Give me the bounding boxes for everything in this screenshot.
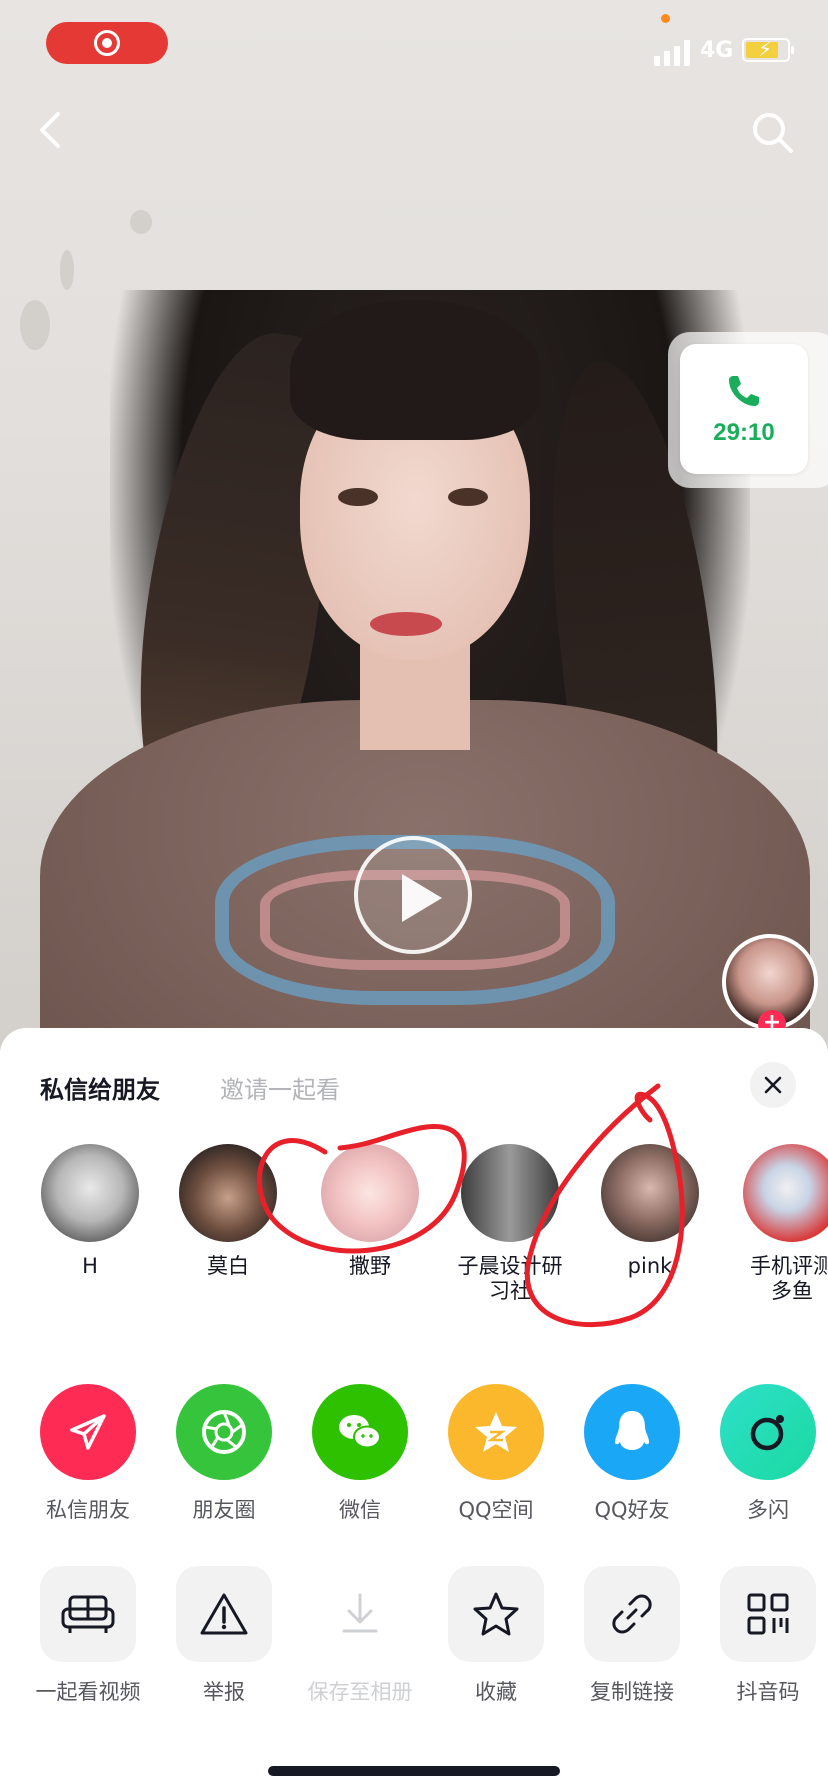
wall-stain bbox=[60, 250, 74, 290]
share-label: 微信 bbox=[339, 1498, 381, 1522]
share-duoshan[interactable]: 多闪 bbox=[703, 1384, 828, 1524]
friend-avatar bbox=[321, 1144, 419, 1242]
share-moments[interactable]: 朋友圈 bbox=[159, 1384, 289, 1524]
search-button[interactable] bbox=[748, 108, 798, 158]
qr-code-icon bbox=[747, 1593, 789, 1635]
star-icon bbox=[473, 1592, 519, 1636]
signal-strength-icon bbox=[654, 36, 694, 66]
wall-stain bbox=[130, 210, 152, 234]
friend-name: 莫白 bbox=[207, 1254, 249, 1278]
screen-record-indicator[interactable] bbox=[46, 22, 168, 64]
friend-name: H bbox=[82, 1254, 98, 1278]
paper-plane-icon bbox=[70, 1414, 106, 1450]
person-eye bbox=[448, 488, 488, 506]
friend-avatar bbox=[179, 1144, 277, 1242]
duoshan-icon bbox=[750, 1415, 784, 1451]
action-label: 收藏 bbox=[475, 1680, 517, 1704]
share-icon-circle bbox=[40, 1384, 136, 1480]
sofa-icon bbox=[61, 1595, 115, 1633]
share-icon-circle bbox=[720, 1384, 816, 1480]
friend-avatar bbox=[743, 1144, 828, 1242]
home-indicator[interactable] bbox=[268, 1766, 560, 1776]
search-icon bbox=[753, 113, 793, 153]
friend-item[interactable]: 子晨设计研 习社 bbox=[448, 1144, 572, 1304]
action-save-to-album: 保存至相册 bbox=[292, 1566, 428, 1706]
person-lips bbox=[370, 612, 442, 636]
action-favorite[interactable]: 收藏 bbox=[428, 1566, 564, 1706]
action-copy-link[interactable]: 复制链接 bbox=[564, 1566, 700, 1706]
moments-shutter-icon bbox=[202, 1410, 246, 1454]
link-icon bbox=[612, 1594, 652, 1634]
network-type: 4G bbox=[700, 38, 734, 63]
share-qq-friend[interactable]: QQ好友 bbox=[567, 1384, 697, 1524]
phone-icon bbox=[729, 376, 759, 406]
friend-name: 手机评测 多鱼 bbox=[750, 1254, 828, 1304]
privacy-indicator-dot bbox=[661, 14, 670, 23]
action-icon-box bbox=[584, 1566, 680, 1662]
charging-bolt-icon: ⚡ bbox=[758, 37, 773, 61]
action-watch-together[interactable]: 一起看视频 bbox=[20, 1566, 156, 1706]
share-label: 私信朋友 bbox=[46, 1498, 130, 1522]
friend-avatar bbox=[461, 1144, 559, 1242]
action-label: 复制链接 bbox=[590, 1680, 674, 1704]
call-widget-card[interactable]: 29:10 bbox=[680, 344, 808, 474]
tab-private-message[interactable]: 私信给朋友 bbox=[40, 1070, 160, 1105]
record-icon bbox=[94, 30, 120, 56]
download-icon bbox=[342, 1593, 378, 1633]
share-label: QQ好友 bbox=[594, 1498, 670, 1522]
qzone-star-icon bbox=[475, 1412, 517, 1452]
floating-call-widget[interactable]: 29:10 bbox=[668, 332, 828, 488]
person-bangs bbox=[290, 300, 540, 440]
action-icon-box bbox=[176, 1566, 272, 1662]
share-wechat[interactable]: 微信 bbox=[295, 1384, 425, 1524]
friend-avatar bbox=[41, 1144, 139, 1242]
action-report[interactable]: 举报 bbox=[156, 1566, 292, 1706]
back-button[interactable] bbox=[30, 108, 74, 152]
action-label: 抖音码 bbox=[736, 1680, 800, 1704]
battery-icon: ⚡ bbox=[742, 37, 794, 62]
action-icon-box bbox=[720, 1566, 816, 1662]
share-icon-circle bbox=[312, 1384, 408, 1480]
share-label: 朋友圈 bbox=[192, 1498, 256, 1522]
close-icon bbox=[764, 1076, 782, 1094]
tab-watch-together[interactable]: 邀请一起看 bbox=[220, 1070, 340, 1105]
action-icon-box bbox=[40, 1566, 136, 1662]
action-icon-box bbox=[312, 1566, 408, 1662]
share-icon-circle bbox=[584, 1384, 680, 1480]
person-eye bbox=[338, 488, 378, 506]
share-label: 多闪 bbox=[747, 1498, 789, 1522]
share-icon-circle bbox=[448, 1384, 544, 1480]
share-private-message[interactable]: 私信朋友 bbox=[23, 1384, 153, 1524]
share-icon-circle bbox=[176, 1384, 272, 1480]
action-label: 保存至相册 bbox=[307, 1680, 413, 1704]
warning-icon bbox=[200, 1593, 248, 1635]
close-button[interactable] bbox=[750, 1062, 796, 1108]
action-douyin-code[interactable]: 抖音码 bbox=[700, 1566, 828, 1706]
friend-item[interactable]: 莫白 bbox=[166, 1144, 290, 1279]
friend-name: 撒野 bbox=[349, 1254, 391, 1278]
friend-item[interactable]: H bbox=[28, 1144, 152, 1279]
share-label: QQ空间 bbox=[458, 1498, 534, 1522]
friend-item[interactable]: 手机评测 多鱼 bbox=[730, 1144, 828, 1304]
action-label: 一起看视频 bbox=[35, 1680, 141, 1704]
friend-item[interactable]: 撒野 bbox=[308, 1144, 432, 1279]
share-qzone[interactable]: QQ空间 bbox=[431, 1384, 561, 1524]
friend-name: 子晨设计研 习社 bbox=[457, 1254, 563, 1304]
call-duration: 29:10 bbox=[713, 419, 775, 446]
chevron-left-icon bbox=[40, 112, 60, 148]
friend-item[interactable]: pink bbox=[588, 1144, 712, 1279]
play-button[interactable] bbox=[354, 836, 472, 954]
wall-stain bbox=[20, 300, 50, 350]
wechat-icon bbox=[339, 1415, 381, 1449]
friend-avatar bbox=[601, 1144, 699, 1242]
qq-penguin-icon bbox=[615, 1411, 649, 1450]
action-icon-box bbox=[448, 1566, 544, 1662]
friend-name: pink bbox=[627, 1254, 673, 1278]
action-label: 举报 bbox=[203, 1680, 245, 1704]
